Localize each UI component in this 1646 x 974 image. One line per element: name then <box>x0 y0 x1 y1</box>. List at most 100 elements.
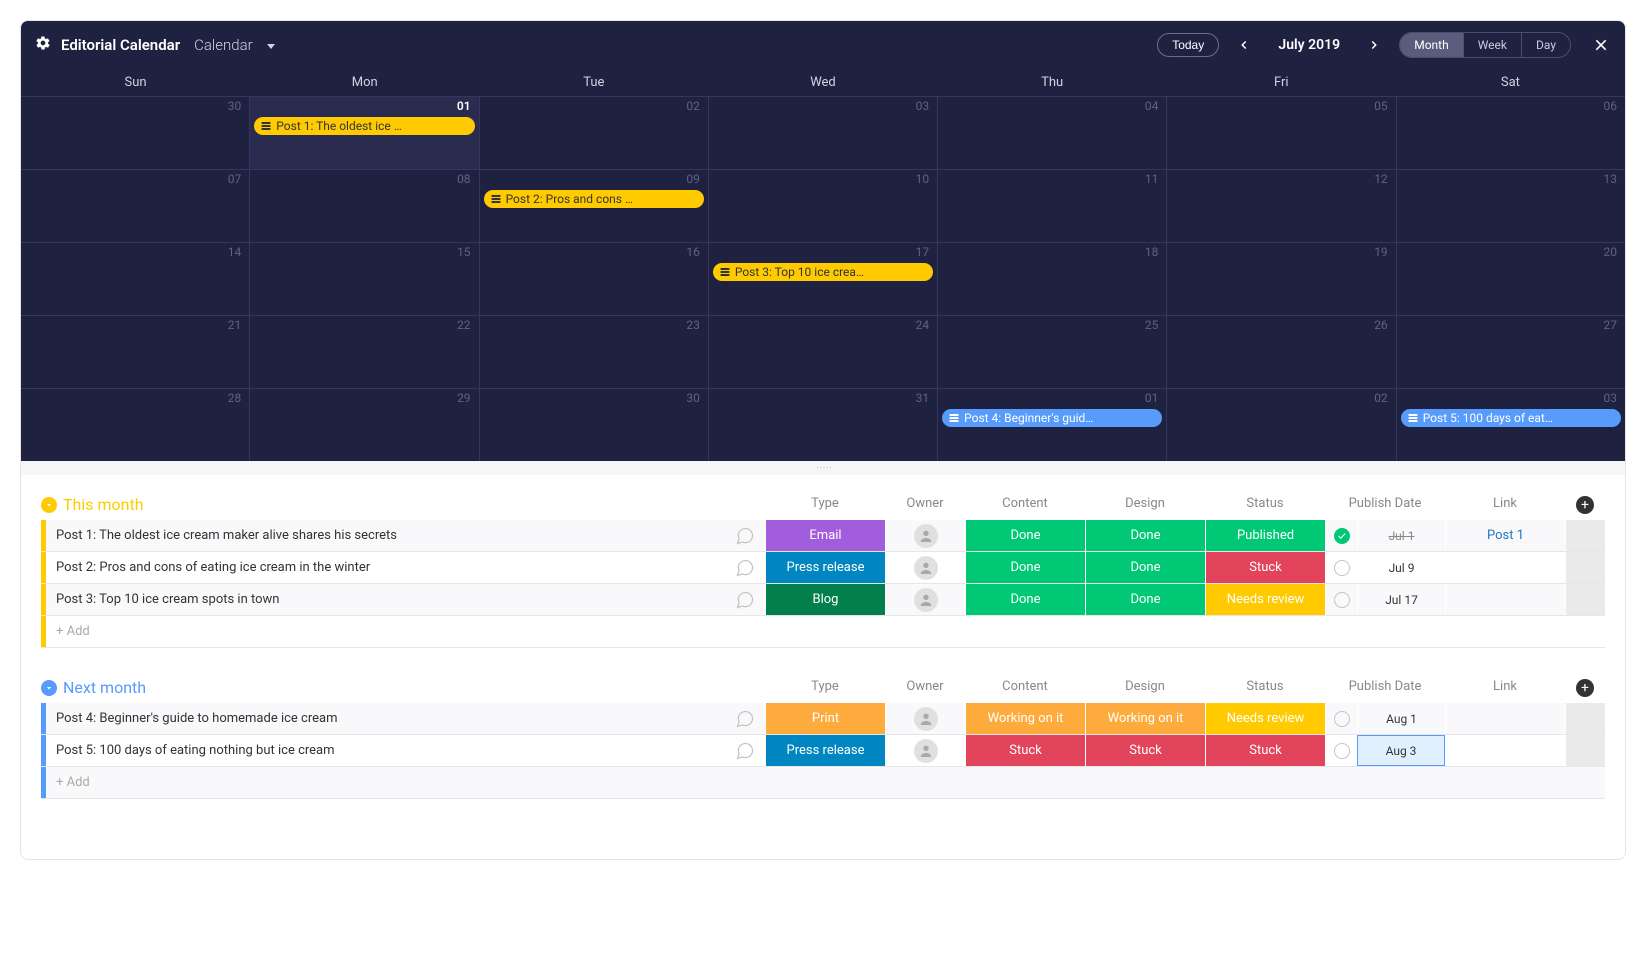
chat-icon[interactable] <box>725 520 765 551</box>
day-cell[interactable]: 15 <box>250 243 479 315</box>
day-cell[interactable]: 27 <box>1397 316 1625 388</box>
day-cell[interactable]: 22 <box>250 316 479 388</box>
view-month[interactable]: Month <box>1400 33 1463 57</box>
day-cell[interactable]: 02 <box>480 97 709 169</box>
chat-icon[interactable] <box>725 703 765 734</box>
cell-link[interactable] <box>1445 735 1565 766</box>
day-cell[interactable]: 05 <box>1167 97 1396 169</box>
item-title[interactable]: Post 5: 100 days of eating nothing but i… <box>46 735 725 766</box>
day-cell[interactable]: 07 <box>21 170 250 242</box>
group-toggle[interactable]: This month <box>41 495 144 514</box>
cell-type[interactable]: Press release <box>765 735 885 766</box>
day-cell[interactable]: 12 <box>1167 170 1396 242</box>
cell-status[interactable]: Needs review <box>1205 703 1325 734</box>
day-cell[interactable]: 13 <box>1397 170 1625 242</box>
calendar-event[interactable]: Post 4: Beginner's guid… <box>942 409 1162 427</box>
day-cell[interactable]: 01Post 1: The oldest ice … <box>250 97 479 169</box>
chat-icon[interactable] <box>725 735 765 766</box>
table-row[interactable]: Post 2: Pros and cons of eating ice crea… <box>41 552 1605 584</box>
day-cell[interactable]: 14 <box>21 243 250 315</box>
cell-owner[interactable] <box>885 552 965 583</box>
table-row[interactable]: Post 5: 100 days of eating nothing but i… <box>41 735 1605 767</box>
cell-date[interactable]: Aug 3 <box>1357 735 1445 766</box>
col-header-date[interactable]: Publish Date <box>1325 496 1445 514</box>
col-header-content[interactable]: Content <box>965 496 1085 514</box>
gear-icon[interactable] <box>35 35 51 55</box>
cell-owner[interactable] <box>885 584 965 615</box>
day-cell[interactable]: 30 <box>21 97 250 169</box>
cell-type[interactable]: Print <box>765 703 885 734</box>
item-title[interactable]: Post 2: Pros and cons of eating ice crea… <box>46 552 725 583</box>
cell-check[interactable] <box>1325 703 1357 734</box>
cell-content[interactable]: Done <box>965 584 1085 615</box>
link-text[interactable]: Post 1 <box>1487 528 1524 543</box>
add-row-label[interactable]: + Add <box>46 617 1605 646</box>
cell-owner[interactable] <box>885 520 965 551</box>
close-icon[interactable] <box>1591 35 1611 55</box>
day-cell[interactable]: 18 <box>938 243 1167 315</box>
cell-check[interactable] <box>1325 735 1357 766</box>
day-cell[interactable]: 24 <box>709 316 938 388</box>
group-toggle[interactable]: Next month <box>41 678 146 697</box>
cell-status[interactable]: Stuck <box>1205 552 1325 583</box>
add-column-button[interactable]: + <box>1576 679 1594 697</box>
cell-link[interactable] <box>1445 703 1565 734</box>
calendar-event[interactable]: Post 3: Top 10 ice crea… <box>713 263 933 281</box>
view-label[interactable]: Calendar <box>194 36 253 54</box>
add-row[interactable]: + Add <box>41 616 1605 648</box>
col-header-link[interactable]: Link <box>1445 496 1565 514</box>
col-header-type[interactable]: Type <box>765 679 885 697</box>
view-week[interactable]: Week <box>1464 33 1522 57</box>
col-header-design[interactable]: Design <box>1085 679 1205 697</box>
cell-check[interactable] <box>1325 552 1357 583</box>
col-header-owner[interactable]: Owner <box>885 496 965 514</box>
cell-date[interactable]: Aug 1 <box>1357 703 1445 734</box>
add-column-button[interactable]: + <box>1576 496 1594 514</box>
day-cell[interactable]: 02 <box>1167 389 1396 461</box>
cell-design[interactable]: Working on it <box>1085 703 1205 734</box>
table-row[interactable]: Post 4: Beginner's guide to homemade ice… <box>41 703 1605 735</box>
day-cell[interactable]: 01Post 4: Beginner's guid… <box>938 389 1167 461</box>
day-cell[interactable]: 30 <box>480 389 709 461</box>
item-title[interactable]: Post 3: Top 10 ice cream spots in town <box>46 584 725 615</box>
group-title[interactable]: Next month <box>63 678 146 697</box>
day-cell[interactable]: 04 <box>938 97 1167 169</box>
cell-content[interactable]: Stuck <box>965 735 1085 766</box>
day-cell[interactable]: 03Post 5: 100 days of eat… <box>1397 389 1625 461</box>
cell-type[interactable]: Press release <box>765 552 885 583</box>
chat-icon[interactable] <box>725 584 765 615</box>
cell-status[interactable]: Published <box>1205 520 1325 551</box>
cell-status[interactable]: Needs review <box>1205 584 1325 615</box>
day-cell[interactable]: 17Post 3: Top 10 ice crea… <box>709 243 938 315</box>
col-header-status[interactable]: Status <box>1205 496 1325 514</box>
day-cell[interactable]: 10 <box>709 170 938 242</box>
col-header-type[interactable]: Type <box>765 496 885 514</box>
table-row[interactable]: Post 1: The oldest ice cream maker alive… <box>41 520 1605 552</box>
calendar-event[interactable]: Post 5: 100 days of eat… <box>1401 409 1621 427</box>
cell-content[interactable]: Working on it <box>965 703 1085 734</box>
cell-design[interactable]: Done <box>1085 520 1205 551</box>
day-cell[interactable]: 11 <box>938 170 1167 242</box>
chat-icon[interactable] <box>725 552 765 583</box>
group-title[interactable]: This month <box>63 495 144 514</box>
day-cell[interactable]: 16 <box>480 243 709 315</box>
cell-date[interactable]: Jul 9 <box>1357 552 1445 583</box>
cell-date[interactable]: Jul 17 <box>1357 584 1445 615</box>
col-header-date[interactable]: Publish Date <box>1325 679 1445 697</box>
day-cell[interactable]: 26 <box>1167 316 1396 388</box>
day-cell[interactable]: 23 <box>480 316 709 388</box>
cell-date[interactable]: Jul 1 <box>1357 520 1445 551</box>
col-header-link[interactable]: Link <box>1445 679 1565 697</box>
cell-owner[interactable] <box>885 735 965 766</box>
day-cell[interactable]: 28 <box>21 389 250 461</box>
cell-type[interactable]: Email <box>765 520 885 551</box>
day-cell[interactable]: 31 <box>709 389 938 461</box>
cell-type[interactable]: Blog <box>765 584 885 615</box>
cell-check[interactable] <box>1325 584 1357 615</box>
next-month-button[interactable] <box>1363 34 1385 56</box>
table-row[interactable]: Post 3: Top 10 ice cream spots in town Bl… <box>41 584 1605 616</box>
day-cell[interactable]: 09Post 2: Pros and cons … <box>480 170 709 242</box>
calendar-event[interactable]: Post 2: Pros and cons … <box>484 190 704 208</box>
cell-link[interactable] <box>1445 584 1565 615</box>
col-header-owner[interactable]: Owner <box>885 679 965 697</box>
